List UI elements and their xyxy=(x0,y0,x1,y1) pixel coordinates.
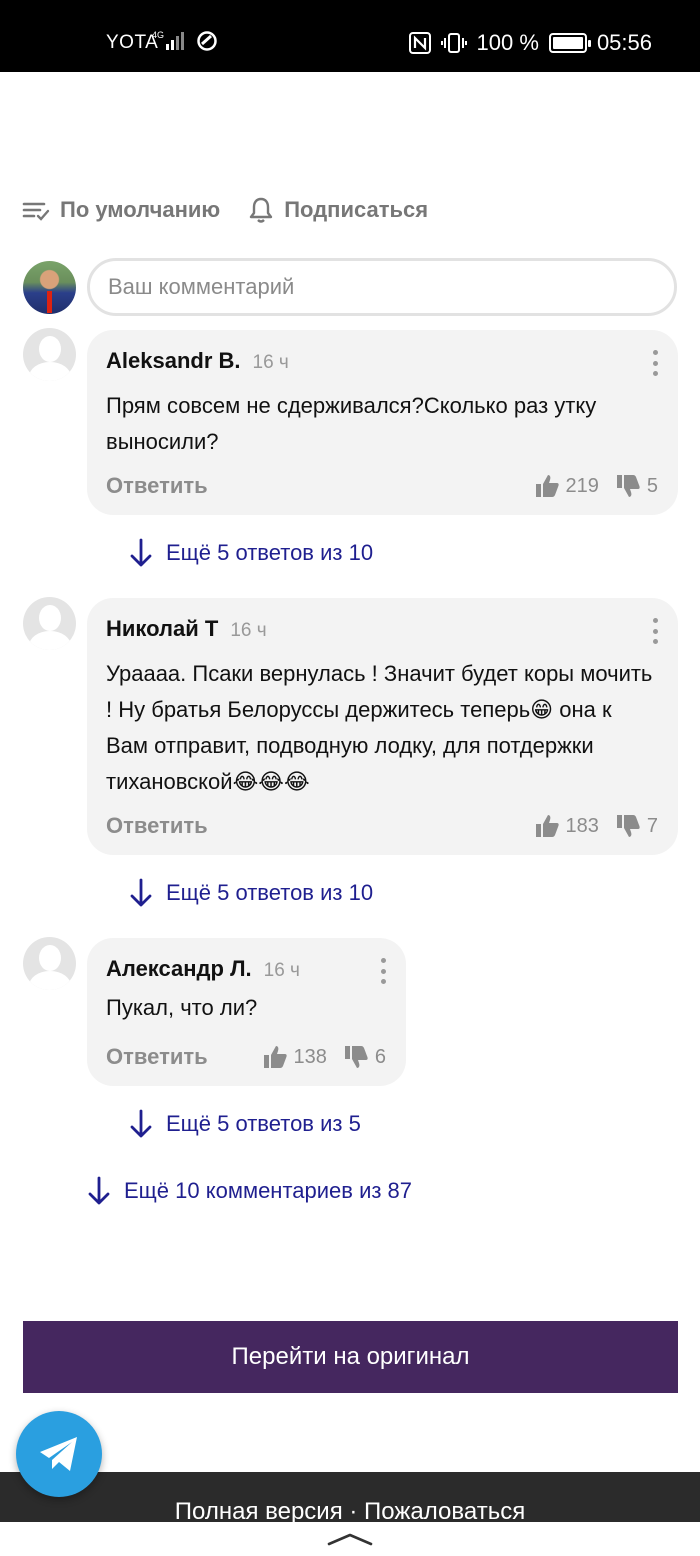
more-comments-link[interactable]: Ещё 10 комментариев из 87 xyxy=(88,1176,412,1206)
comment-time: 16 ч xyxy=(263,960,300,981)
footer-separator: · xyxy=(349,1498,358,1522)
reply-button[interactable]: Ответить xyxy=(106,813,208,839)
navigation-area xyxy=(0,1522,700,1556)
avatar[interactable] xyxy=(23,597,76,650)
report-link[interactable]: Пожаловаться xyxy=(364,1498,525,1522)
carrier-label: YOTA xyxy=(106,32,159,53)
votes: 219 5 xyxy=(534,473,658,499)
comment-bubble: Николай Т 16 ч Урaaaa. Псаки вернулась !… xyxy=(87,598,678,855)
more-options-icon[interactable] xyxy=(378,958,388,984)
avatar[interactable] xyxy=(23,937,76,990)
likes-count: 219 xyxy=(565,474,599,497)
full-version-link[interactable]: Полная версия xyxy=(175,1498,343,1522)
comment-author[interactable]: Aleksandr B. xyxy=(106,348,241,374)
votes: 183 7 xyxy=(534,813,658,839)
chevron-up-icon[interactable] xyxy=(327,1532,373,1546)
arrow-down-icon xyxy=(130,878,152,907)
battery-percent: 100 % xyxy=(476,30,539,55)
votes: 138 6 xyxy=(262,1044,386,1070)
more-comments-label: Ещё 10 комментариев из 87 xyxy=(124,1178,413,1203)
footer: Полная версия · Пожаловаться xyxy=(0,1472,700,1522)
likes-count: 138 xyxy=(293,1045,327,1068)
arrow-down-icon xyxy=(130,1109,152,1138)
bell-icon xyxy=(250,197,273,223)
current-user-avatar xyxy=(23,261,76,314)
comments-toolbar: По умолчанию Подписаться xyxy=(22,196,456,224)
thumbs-up-icon[interactable] xyxy=(262,1044,288,1070)
go-to-original-button[interactable]: Перейти на оригинал xyxy=(23,1321,678,1393)
more-replies-link[interactable]: Ещё 5 ответов из 10 xyxy=(130,538,373,568)
nfc-icon xyxy=(408,32,431,54)
telegram-share-button[interactable] xyxy=(16,1411,102,1497)
dislikes-count: 7 xyxy=(646,814,658,837)
dislikes-count: 5 xyxy=(646,474,658,497)
more-replies-label: Ещё 5 ответов из 10 xyxy=(166,880,374,905)
thumbs-up-icon[interactable] xyxy=(534,813,560,839)
comment-time: 16 ч xyxy=(252,352,289,373)
comment-author[interactable]: Александр Л. xyxy=(106,956,252,982)
signal-icon: 4G xyxy=(152,30,184,50)
more-options-icon[interactable] xyxy=(650,618,660,644)
thumbs-down-icon[interactable] xyxy=(343,1044,369,1070)
battery-icon xyxy=(548,33,591,53)
thumbs-up-icon[interactable] xyxy=(534,473,560,499)
thumbs-down-icon[interactable] xyxy=(615,473,641,499)
sort-label: По умолчанию xyxy=(60,197,221,222)
comment-input[interactable] xyxy=(87,258,677,316)
clock: 05:56 xyxy=(596,30,652,55)
subscribe-button[interactable]: Подписаться xyxy=(248,196,428,224)
dislikes-count: 6 xyxy=(374,1045,386,1068)
sync-icon xyxy=(197,31,217,51)
subscribe-label: Подписаться xyxy=(284,197,429,222)
status-bar: YOTA 4G 100 % 05:56 xyxy=(0,0,700,72)
more-replies-label: Ещё 5 ответов из 10 xyxy=(166,540,374,565)
more-replies-link[interactable]: Ещё 5 ответов из 5 xyxy=(130,1109,361,1139)
reply-button[interactable]: Ответить xyxy=(106,473,208,499)
likes-count: 183 xyxy=(565,814,599,837)
comment-text: Пукал, что ли? xyxy=(106,995,258,1020)
sort-button[interactable]: По умолчанию xyxy=(22,197,220,223)
svg-text:4G: 4G xyxy=(152,30,164,40)
comment-bubble: Aleksandr B. 16 ч Прям совсем не сдержив… xyxy=(87,330,678,515)
comment-bubble: Александр Л. 16 ч Пукал, что ли? Ответит… xyxy=(87,938,406,1086)
comment-text: Прям совсем не сдерживался?Сколько раз у… xyxy=(106,393,597,454)
sort-icon xyxy=(22,202,50,221)
thumbs-down-icon[interactable] xyxy=(615,813,641,839)
arrow-down-icon xyxy=(130,538,152,567)
more-replies-link[interactable]: Ещё 5 ответов из 10 xyxy=(130,878,373,908)
comment-text: Урaaaa. Псаки вернулась ! Значит будет к… xyxy=(106,661,653,794)
avatar[interactable] xyxy=(23,328,76,381)
more-replies-label: Ещё 5 ответов из 5 xyxy=(166,1111,361,1136)
telegram-icon xyxy=(40,1437,77,1471)
comment-time: 16 ч xyxy=(230,620,267,641)
arrow-down-icon xyxy=(88,1176,110,1205)
reply-button[interactable]: Ответить xyxy=(106,1044,208,1070)
comment-author[interactable]: Николай Т xyxy=(106,616,218,642)
more-options-icon[interactable] xyxy=(650,350,660,376)
vibrate-icon xyxy=(440,33,467,53)
